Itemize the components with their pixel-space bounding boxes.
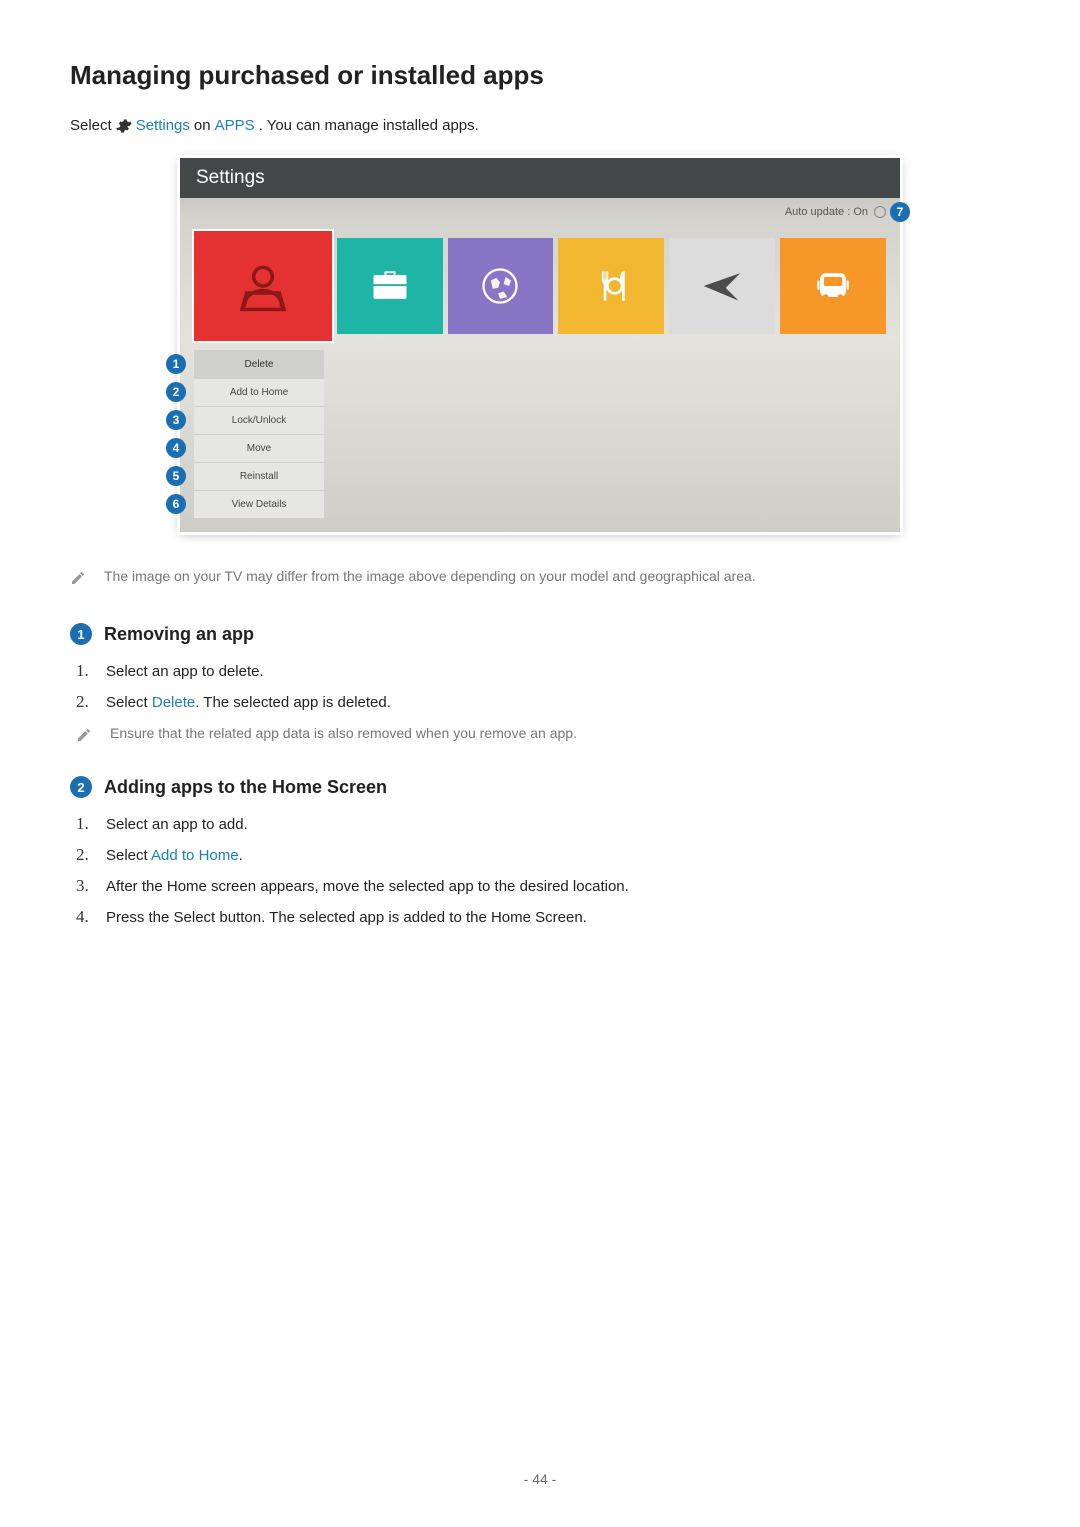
tv-screen: Settings Auto update : On: [180, 158, 900, 532]
app-tile-2: [337, 238, 443, 334]
list-item: 1. Select an app to add.: [106, 816, 1010, 833]
page-number: - 44 -: [0, 1471, 1080, 1487]
briefcase-icon: [368, 264, 412, 308]
step-text: Press the Select button. The selected ap…: [106, 909, 587, 926]
step-pre: Select: [106, 694, 152, 711]
intro-mid: on: [194, 117, 211, 134]
section-2-head: 2 Adding apps to the Home Screen: [70, 776, 1010, 798]
callout-5: 5: [166, 466, 186, 486]
app-tile-5: [669, 238, 775, 334]
step-num: 1.: [76, 814, 89, 834]
callout-6: 6: [166, 494, 186, 514]
app-row: [194, 238, 886, 341]
person-card-icon: [235, 258, 291, 314]
section-2-bubble: 2: [70, 776, 92, 798]
pencil-icon: [76, 727, 92, 746]
step-num: 3.: [76, 876, 89, 896]
step-text: Select an app to delete.: [106, 663, 264, 680]
section-2-title: Adding apps to the Home Screen: [104, 777, 387, 798]
intro-apps-link: APPS: [215, 117, 255, 134]
plane-icon: [700, 264, 744, 308]
menu-item-view-details: View Details: [194, 490, 324, 518]
callout-7: 7: [890, 202, 910, 222]
pencil-icon: [70, 570, 86, 589]
app-tile-4: [558, 238, 664, 334]
app-tile-6: [780, 238, 886, 334]
menu-item-move: Move: [194, 434, 324, 462]
note-text: Ensure that the related app data is also…: [110, 725, 577, 741]
auto-update-label: Auto update : On: [785, 206, 886, 218]
step-post: . The selected app is deleted.: [195, 694, 391, 711]
callout-1: 1: [166, 354, 186, 374]
intro-post: . You can manage installed apps.: [259, 117, 479, 134]
auto-update-text: Auto update : On: [785, 206, 868, 218]
step-num: 2.: [76, 845, 89, 865]
list-item: 2. Select Delete. The selected app is de…: [106, 694, 1010, 711]
section-2-steps: 1. Select an app to add. 2. Select Add t…: [70, 816, 1010, 926]
step-num: 4.: [76, 907, 89, 927]
section-1-head: 1 Removing an app: [70, 623, 1010, 645]
gear-icon: [116, 118, 132, 134]
list-item: 4. Press the Select button. The selected…: [106, 909, 1010, 926]
cutlery-icon: [589, 264, 633, 308]
tv-title: Settings: [196, 167, 265, 189]
intro-text: Select Settings on APPS. You can manage …: [70, 117, 1010, 134]
bus-icon: [811, 264, 855, 308]
callout-3: 3: [166, 410, 186, 430]
step-post: .: [239, 847, 243, 864]
auto-update-toggle-icon: [874, 206, 886, 218]
note-model-differ: The image on your TV may differ from the…: [70, 568, 1010, 589]
list-item: 1. Select an app to delete.: [106, 663, 1010, 680]
app-tile-3: [448, 238, 554, 334]
step-link: Add to Home: [151, 847, 239, 864]
globe-icon: [478, 264, 522, 308]
step-num: 1.: [76, 661, 89, 681]
step-link: Delete: [152, 694, 195, 711]
list-item: 2. Select Add to Home.: [106, 847, 1010, 864]
tv-illustration-wrap: Settings Auto update : On: [180, 158, 900, 532]
menu-item-reinstall: Reinstall: [194, 462, 324, 490]
note-remove-data: Ensure that the related app data is also…: [70, 725, 1010, 746]
section-1-steps: 1. Select an app to delete. 2. Select De…: [70, 663, 1010, 711]
intro-pre: Select: [70, 117, 112, 134]
note-text: The image on your TV may differ from the…: [104, 568, 756, 584]
list-item: 3. After the Home screen appears, move t…: [106, 878, 1010, 895]
step-text: After the Home screen appears, move the …: [106, 878, 629, 895]
menu-item-delete: Delete: [194, 350, 324, 378]
step-pre: Select: [106, 847, 151, 864]
callout-4: 4: [166, 438, 186, 458]
section-1-title: Removing an app: [104, 624, 254, 645]
tv-titlebar: Settings: [180, 158, 900, 198]
callout-2: 2: [166, 382, 186, 402]
menu-item-lock-unlock: Lock/Unlock: [194, 406, 324, 434]
step-text: Select an app to add.: [106, 816, 248, 833]
intro-settings-link: Settings: [136, 117, 190, 134]
step-num: 2.: [76, 692, 89, 712]
menu-item-add-to-home: Add to Home: [194, 378, 324, 406]
section-1-bubble: 1: [70, 623, 92, 645]
page-title: Managing purchased or installed apps: [70, 60, 1010, 91]
app-tile-selected: [194, 231, 332, 341]
context-menu: Delete Add to Home Lock/Unlock Move Rein…: [194, 350, 324, 518]
